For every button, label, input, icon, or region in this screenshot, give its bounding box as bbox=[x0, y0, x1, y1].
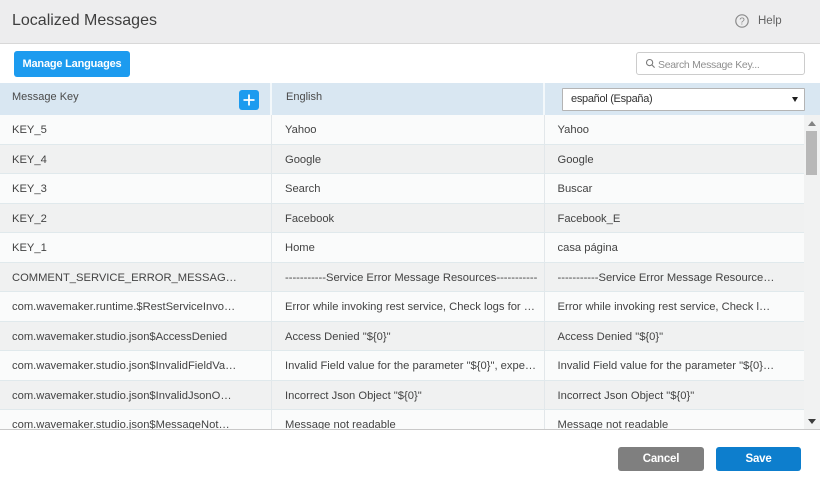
svg-text:?: ? bbox=[739, 17, 745, 28]
